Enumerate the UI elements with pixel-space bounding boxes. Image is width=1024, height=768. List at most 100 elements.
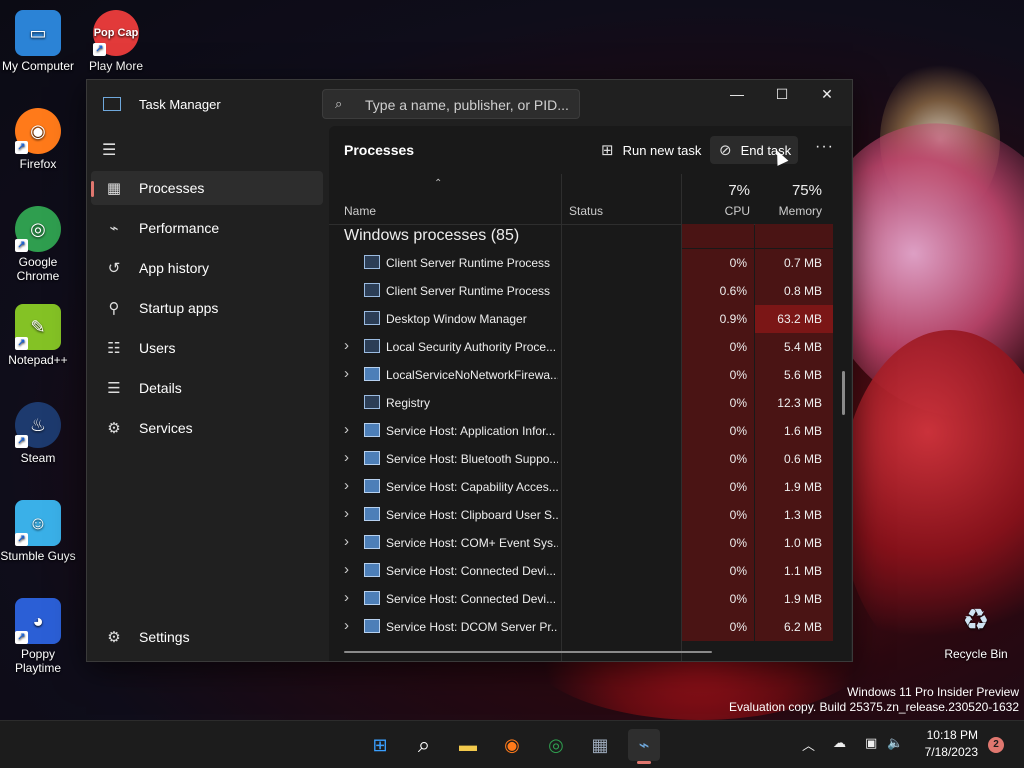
notification-badge[interactable]: 2 bbox=[988, 737, 1004, 753]
start-button[interactable]: ⊞ bbox=[364, 729, 396, 761]
table-row[interactable]: › Service Host: Capability Acces... 0% 1.9 … bbox=[329, 473, 833, 501]
column-memory[interactable]: Memory bbox=[754, 204, 822, 218]
column-name[interactable]: Name bbox=[344, 204, 376, 218]
onedrive-icon[interactable]: ☁ bbox=[833, 735, 846, 751]
sidebar-item-processes[interactable]: ▦ Processes bbox=[91, 171, 323, 205]
chevron-right-icon[interactable]: › bbox=[344, 449, 349, 466]
calculator-button[interactable]: ▦ bbox=[584, 729, 616, 761]
vertical-scrollbar[interactable] bbox=[842, 371, 845, 415]
file-explorer-button[interactable]: ▬ bbox=[452, 729, 484, 761]
sidebar-item-startup-apps[interactable]: ⚲ Startup apps bbox=[91, 291, 323, 325]
hamburger-icon[interactable]: ☰ bbox=[102, 140, 120, 160]
table-row[interactable]: Client Server Runtime Process 0.6% 0.8 MB bbox=[329, 277, 833, 305]
table-row[interactable]: Client Server Runtime Process 0% 0.7 MB bbox=[329, 249, 833, 277]
memory-cell: 0.8 MB bbox=[755, 277, 833, 305]
table-row[interactable]: › Local Security Authority Proce... 0% 5.4 … bbox=[329, 333, 833, 361]
firefox-button[interactable]: ◉ bbox=[496, 729, 528, 761]
volume-icon[interactable]: 🔈 bbox=[887, 735, 903, 751]
firefox-icon: ◉ bbox=[504, 734, 520, 755]
network-icon[interactable]: ▣ bbox=[865, 735, 877, 751]
sidebar-item-performance[interactable]: ⌁ Performance bbox=[91, 211, 323, 245]
memory-cell: 1.3 MB bbox=[755, 501, 833, 529]
sidebar-item-details[interactable]: ☰ Details bbox=[91, 371, 323, 405]
table-row[interactable]: › Service Host: Connected Devi... 0% 1.9 MB bbox=[329, 585, 833, 613]
sidebar-item-app-history[interactable]: ↺ App history bbox=[91, 251, 323, 285]
desktop-icon-poppy-playtime[interactable]: ◕ ↗ Poppy Playtime bbox=[0, 598, 76, 675]
memory-cell: 1.0 MB bbox=[755, 529, 833, 557]
users-icon: ☷ bbox=[107, 340, 121, 357]
desktop-icon-label: Stumble Guys bbox=[0, 549, 76, 563]
maximize-button[interactable]: ☐ bbox=[759, 80, 805, 110]
column-cpu[interactable]: CPU bbox=[684, 204, 750, 218]
service-icon bbox=[364, 423, 380, 437]
table-row[interactable]: Desktop Window Manager 0.9% 63.2 MB bbox=[329, 305, 833, 333]
table-row[interactable]: › Service Host: DCOM Server Pr... 0% 6.2 MB bbox=[329, 613, 833, 641]
table-row[interactable]: › LocalServiceNoNetworkFirewa... 0% 5.6 MB bbox=[329, 361, 833, 389]
run-new-task-label: Run new task bbox=[622, 142, 702, 158]
table-row[interactable]: › Service Host: Clipboard User S... 0% 1.3 … bbox=[329, 501, 833, 529]
sort-arrow-icon: ⌃ bbox=[434, 178, 443, 189]
chevron-right-icon[interactable]: › bbox=[344, 589, 349, 606]
taskbar: ⊞ ⌕ ▬ ◉ ◎ ▦ ⌁ ︿ ☁ ▣ 🔈 10:18 PM 7/18/2023… bbox=[0, 720, 1024, 768]
desktop-icon-steam[interactable]: ♨ ↗ Steam bbox=[0, 402, 76, 465]
memory-cell: 1.6 MB bbox=[755, 417, 833, 445]
desktop-icon-play-more[interactable]: Pop Cap↗ Play More Great Games! bbox=[78, 10, 154, 73]
chevron-up-icon[interactable]: ︿ bbox=[802, 735, 815, 754]
sidebar-item-settings[interactable]: ⚙ Settings bbox=[91, 620, 323, 654]
desktop-icon-firefox[interactable]: ◉ ↗ Firefox bbox=[0, 108, 76, 171]
calculator-icon: ▦ bbox=[591, 734, 609, 755]
memory-cell: 5.4 MB bbox=[755, 333, 833, 361]
sidebar-item-label: Startup apps bbox=[139, 300, 219, 316]
page-title: Processes bbox=[344, 142, 415, 158]
group-header[interactable]: Windows processes (85) bbox=[344, 227, 519, 245]
chevron-right-icon[interactable]: › bbox=[344, 561, 349, 578]
sidebar-item-services[interactable]: ⚙ Services bbox=[91, 411, 323, 445]
table-row[interactable]: › Service Host: Application Infor... 0% 1.6… bbox=[329, 417, 833, 445]
desktop-icon-chrome[interactable]: ◎ ↗ Google Chrome bbox=[0, 206, 76, 283]
service-icon bbox=[364, 591, 380, 605]
processes-icon: ▦ bbox=[106, 180, 122, 197]
column-status[interactable]: Status bbox=[569, 204, 603, 218]
desktop-icon-label: Google Chrome bbox=[16, 255, 60, 283]
app-history-icon: ↺ bbox=[107, 260, 121, 277]
chevron-right-icon[interactable]: › bbox=[344, 337, 349, 354]
title-bar: Task Manager ⌕ — ☐ ✕ bbox=[87, 80, 852, 126]
close-button[interactable]: ✕ bbox=[804, 80, 850, 110]
search-input[interactable] bbox=[363, 94, 572, 116]
desktop-icon-recycle-bin[interactable]: ♻ Recycle Bin bbox=[936, 598, 1016, 662]
cpu-cell: 0% bbox=[682, 501, 754, 529]
desktop-icon-notepadpp[interactable]: ✎ ↗ Notepad++ bbox=[0, 304, 76, 367]
service-icon bbox=[364, 451, 380, 465]
sidebar-item-users[interactable]: ☷ Users bbox=[91, 331, 323, 365]
chevron-right-icon[interactable]: › bbox=[344, 421, 349, 438]
clock[interactable]: 10:18 PM 7/18/2023 bbox=[914, 727, 978, 761]
horizontal-scrollbar[interactable] bbox=[344, 651, 712, 653]
search-box[interactable]: ⌕ bbox=[322, 89, 580, 119]
cpu-cell: 0% bbox=[682, 249, 754, 277]
search-button[interactable]: ⌕ bbox=[408, 729, 440, 761]
chevron-right-icon[interactable]: › bbox=[344, 617, 349, 634]
desktop-icon-stumble-guys[interactable]: ☺ ↗ Stumble Guys bbox=[0, 500, 76, 563]
stumble-guys-icon: ☺ ↗ bbox=[15, 500, 61, 546]
group-cpu-cell bbox=[682, 224, 754, 248]
chevron-right-icon[interactable]: › bbox=[344, 505, 349, 522]
chevron-right-icon[interactable]: › bbox=[344, 477, 349, 494]
table-row[interactable]: › Service Host: Bluetooth Suppo... 0% 0.6 M… bbox=[329, 445, 833, 473]
run-new-task-button[interactable]: ⊞ Run new task bbox=[595, 136, 707, 164]
process-icon bbox=[364, 255, 380, 269]
memory-cell: 0.7 MB bbox=[755, 249, 833, 277]
desktop-icon-my-computer[interactable]: ▭ My Computer bbox=[0, 10, 76, 73]
task-manager-button[interactable]: ⌁ bbox=[628, 729, 660, 764]
table-row[interactable]: › Service Host: COM+ Event Sys... 0% 1.0 MB bbox=[329, 529, 833, 557]
chevron-right-icon[interactable]: › bbox=[344, 365, 349, 382]
minimize-button[interactable]: — bbox=[714, 80, 760, 110]
chrome-button[interactable]: ◎ bbox=[540, 729, 572, 761]
more-options-icon[interactable]: ··· bbox=[815, 138, 834, 156]
chevron-right-icon[interactable]: › bbox=[344, 533, 349, 550]
table-row[interactable]: › Service Host: Connected Devi... 0% 1.1 MB bbox=[329, 557, 833, 585]
chrome-icon: ◎ ↗ bbox=[15, 206, 61, 252]
computer-icon: ▭ bbox=[15, 10, 61, 56]
services-icon: ⚙ bbox=[107, 420, 121, 437]
table-row[interactable]: Registry 0% 12.3 MB bbox=[329, 389, 833, 417]
cpu-cell: 0% bbox=[682, 473, 754, 501]
